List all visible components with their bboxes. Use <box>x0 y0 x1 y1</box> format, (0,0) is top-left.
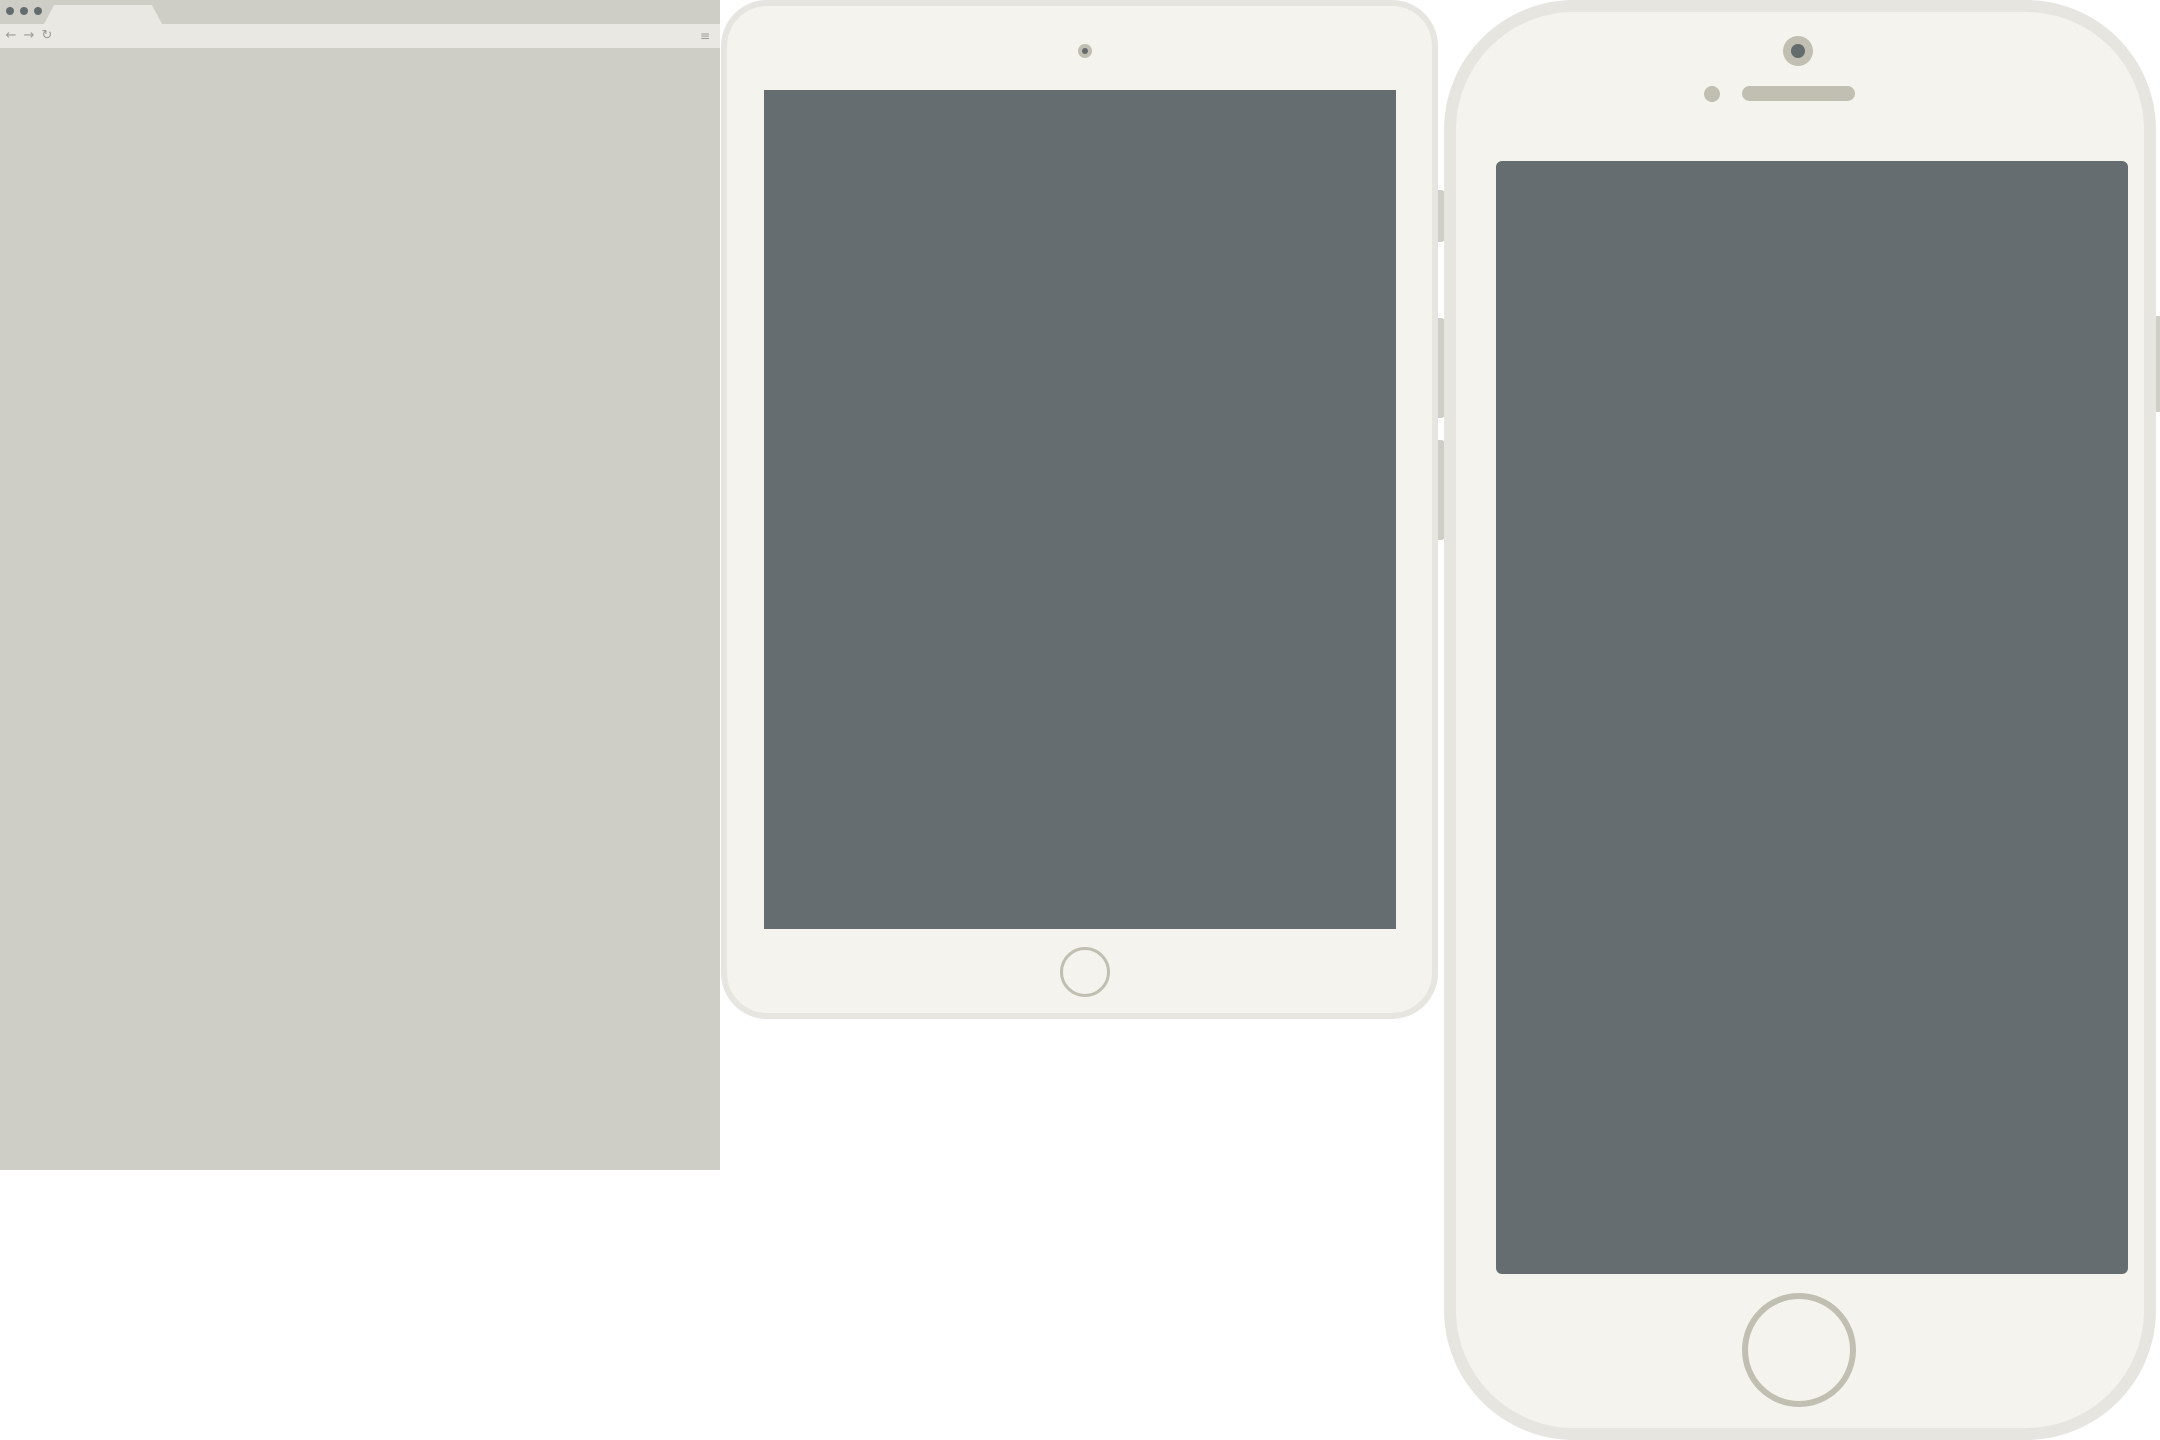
browser-viewport <box>0 48 720 1170</box>
phone-sensor-icon <box>1704 86 1720 102</box>
phone-camera-icon <box>1783 36 1813 66</box>
phone-speaker-grille <box>1742 86 1855 101</box>
tablet-home-button[interactable] <box>1060 947 1110 997</box>
window-close-dot[interactable] <box>6 7 14 15</box>
browser-titlebar <box>0 0 720 24</box>
hamburger-menu-icon[interactable]: ≡ <box>696 24 714 48</box>
forward-arrow-icon[interactable]: → <box>20 24 38 48</box>
tablet-camera-icon <box>1078 44 1092 58</box>
window-minimize-dot[interactable] <box>20 7 28 15</box>
browser-window-mockup: ← → ↻ ≡ <box>0 0 720 1170</box>
phone-screen <box>1496 161 2128 1274</box>
back-arrow-icon[interactable]: ← <box>2 24 20 48</box>
phone-side-button[interactable] <box>2156 316 2160 412</box>
phone-mockup <box>1444 0 2160 1440</box>
tablet-mockup <box>721 0 1445 1019</box>
tablet-screen <box>764 90 1396 929</box>
reload-icon[interactable]: ↻ <box>38 24 56 48</box>
browser-tab[interactable] <box>44 5 162 24</box>
phone-home-button[interactable] <box>1742 1293 1856 1407</box>
browser-toolbar: ← → ↻ ≡ <box>0 24 720 48</box>
window-maximize-dot[interactable] <box>34 7 42 15</box>
